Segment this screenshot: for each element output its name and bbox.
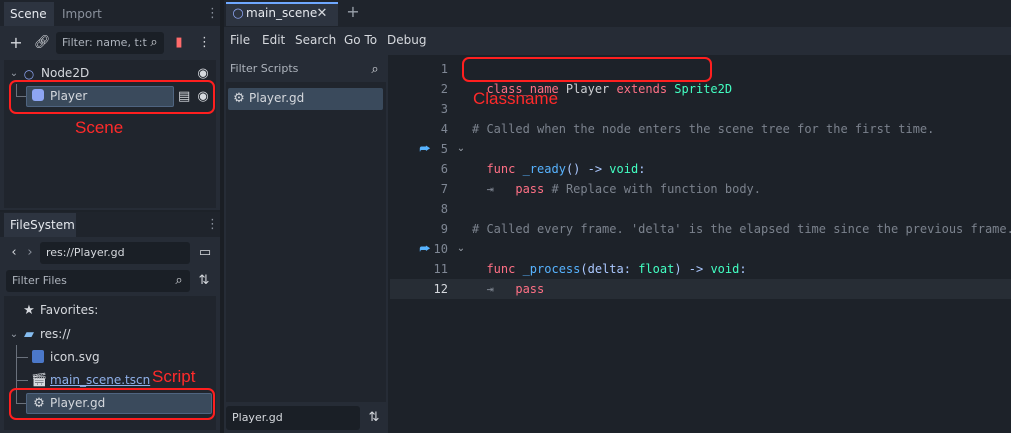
scene-highlight-box	[9, 80, 215, 114]
override-arrow-icon: ⮫	[419, 242, 431, 256]
forward-arrow-icon[interactable]: ›	[24, 245, 36, 261]
search-icon: ⌕	[150, 35, 158, 50]
path-value: res://Player.gd	[46, 246, 125, 259]
line-number: 1	[440, 62, 448, 76]
tab-scene[interactable]: Scene	[4, 2, 54, 26]
line-number: 7	[440, 182, 448, 196]
svg-file-icon	[32, 350, 44, 363]
scene-filter-placeholder: Filter: name, t:t	[62, 36, 147, 49]
tab-import[interactable]: Import	[56, 2, 106, 26]
tree-line	[16, 380, 28, 381]
code-token: pass	[515, 182, 545, 196]
line-number: 2	[440, 82, 448, 96]
code-line-4: # Called when the node enters the scene …	[472, 122, 935, 136]
scene-file-icon: 🎬︎	[31, 373, 48, 388]
scene-menu-icon[interactable]: ⋮	[198, 35, 211, 51]
add-node-icon[interactable]: +	[8, 35, 24, 51]
script-attach-icon[interactable]: ▮	[172, 35, 186, 51]
code-token: Player	[558, 82, 617, 96]
script-list	[226, 82, 386, 402]
code-token: float	[638, 262, 675, 276]
code-line-5: func _ready() -> void:	[472, 139, 645, 176]
folder-icon: ▰	[24, 327, 34, 342]
tab-main-scene-label: main_scene	[246, 6, 318, 20]
search-icon: ⌕	[175, 273, 183, 288]
menu-search[interactable]: Search	[295, 33, 336, 47]
menu-goto[interactable]: Go To	[344, 33, 377, 47]
editor-menubar	[224, 27, 1011, 55]
fold-chevron-icon[interactable]: ⌄	[455, 141, 467, 157]
classname-annotation: Classname	[473, 89, 559, 108]
scene-annotation: Scene	[75, 118, 124, 137]
tab-filesystem[interactable]: FileSystem	[4, 213, 76, 237]
filter-scripts-input[interactable]: Filter Scripts	[230, 62, 298, 75]
editor-tabbar	[224, 0, 1011, 27]
classname-highlight-box	[462, 57, 712, 82]
res-folder-item[interactable]: res://	[40, 327, 70, 341]
dock-menu-icon[interactable]: ⋮	[206, 217, 219, 233]
menu-debug[interactable]: Debug	[387, 33, 426, 47]
code-token: ⇥	[486, 282, 516, 296]
filter-files-input[interactable]: Filter Files	[6, 270, 190, 292]
override-arrow-icon: ⮫	[419, 142, 431, 156]
method-filter-field[interactable]: Player.gd	[226, 406, 360, 430]
close-icon[interactable]: ✕	[316, 6, 328, 22]
line-number: 8	[440, 202, 448, 216]
script-annotation: Script	[152, 367, 196, 386]
path-field[interactable]: res://Player.gd	[40, 242, 190, 264]
sort-icon[interactable]: ⇅	[367, 410, 381, 426]
link-icon[interactable]: 🔗︎	[34, 35, 51, 51]
line-number: 4	[440, 122, 448, 136]
code-line-10: func _process(delta: float) -> void:	[472, 239, 746, 276]
tree-line	[16, 357, 28, 358]
split-view-icon[interactable]: ▭	[197, 245, 213, 261]
code-token: ) ->	[674, 262, 711, 276]
node2d-icon: ○	[232, 6, 244, 21]
chevron-down-icon[interactable]: ⌄	[8, 327, 20, 343]
line-number: 6	[440, 162, 448, 176]
gear-icon: ⚙	[233, 91, 245, 106]
search-icon: ⌕	[371, 62, 379, 77]
add-tab-icon[interactable]: +	[346, 4, 360, 20]
line-number: 11	[433, 262, 448, 276]
star-icon: ★	[23, 303, 35, 318]
file-item-main-scene[interactable]: main_scene.tscn	[50, 373, 150, 387]
script-list-item-player[interactable]: Player.gd	[249, 91, 304, 105]
line-number: 3	[440, 102, 448, 116]
filter-files-placeholder: Filter Files	[12, 274, 67, 287]
code-token: pass	[515, 282, 545, 296]
code-token: extends	[616, 82, 668, 96]
menu-file[interactable]: File	[230, 33, 250, 47]
back-arrow-icon[interactable]: ‹	[8, 245, 20, 261]
code-line-11: ⇥ pass	[472, 259, 544, 296]
code-token: # Replace with function body.	[544, 182, 762, 196]
sort-icon[interactable]: ⇅	[197, 273, 211, 289]
method-filter-label: Player.gd	[232, 411, 283, 424]
script-highlight-box	[9, 388, 215, 420]
code-line-9: # Called every frame. 'delta' is the ela…	[472, 222, 1011, 236]
code-token: Sprite2D	[667, 82, 733, 96]
file-item-icon-svg[interactable]: icon.svg	[50, 350, 100, 364]
line-number: 12	[433, 282, 448, 296]
line-number: 9	[440, 222, 448, 236]
favorites-item[interactable]: Favorites:	[40, 303, 98, 317]
fold-chevron-icon[interactable]: ⌄	[455, 241, 467, 257]
tree-node-node2d[interactable]: Node2D	[41, 66, 89, 80]
menu-edit[interactable]: Edit	[262, 33, 285, 47]
code-token: ⇥	[486, 182, 516, 196]
code-token: void	[710, 262, 740, 276]
code-token: (delta:	[580, 262, 639, 276]
code-token: :	[739, 262, 747, 276]
code-line-6: ⇥ pass # Replace with function body.	[472, 159, 761, 196]
dock-menu-icon[interactable]: ⋮	[206, 6, 219, 22]
